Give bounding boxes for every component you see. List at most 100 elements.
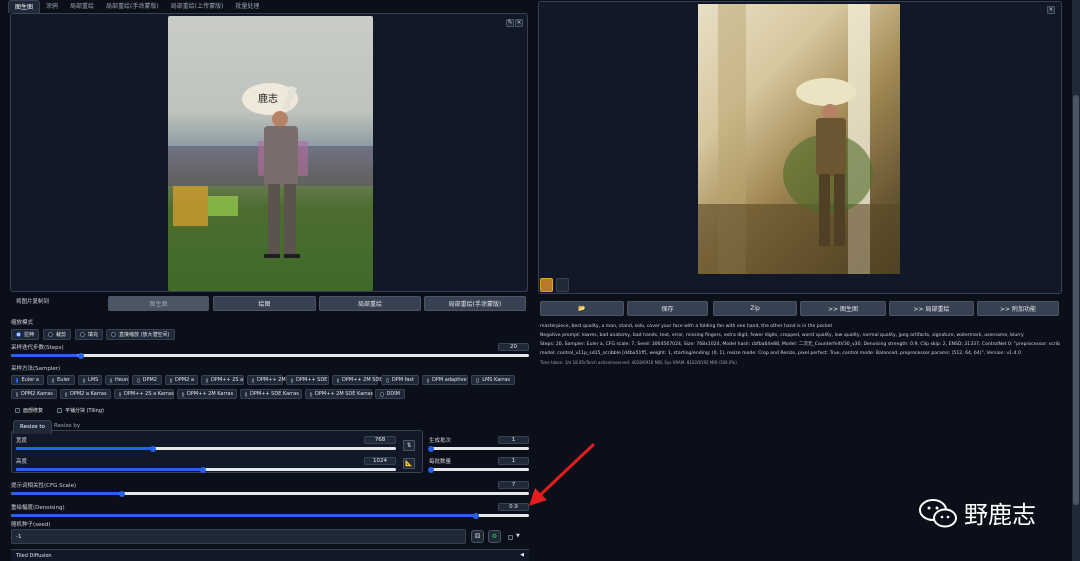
- sampler-option-label: DDIM: [386, 391, 401, 397]
- tiling-checkbox[interactable]: 平铺分块 (Tiling): [53, 405, 108, 415]
- tab-resize-by[interactable]: Resize by: [48, 420, 86, 433]
- tab-img2img[interactable]: 图生图: [8, 0, 41, 13]
- sampler-row-2: DPM2 Karras DPM2 a Karras DPM++ 2S a Karra…: [11, 389, 529, 400]
- sampler-option[interactable]: DPM adaptive: [422, 375, 468, 385]
- extra-seed-toggle-icon[interactable]: ▼: [516, 533, 520, 539]
- sampler-option[interactable]: DPM++ 2S a Karras: [114, 389, 174, 399]
- output-image-illustration: [698, 4, 900, 274]
- radio-icon: [252, 377, 254, 383]
- input-photo: 鹿志: [168, 16, 373, 291]
- radio-icon: [476, 377, 480, 383]
- sampler-option[interactable]: DPM++ 2M SDE: [332, 375, 382, 385]
- info-prompt: masterpiece, best quality, a man, stand,…: [540, 324, 833, 329]
- copy-to-inpaint-sketch-button[interactable]: 局部重绘(手涂蒙版): [424, 296, 526, 311]
- radio-icon: [170, 377, 172, 383]
- sampler-option[interactable]: Euler: [47, 375, 75, 385]
- tab-batch[interactable]: 批量处理: [229, 0, 265, 13]
- recycle-icon[interactable]: ♻: [488, 530, 501, 543]
- thumbnail-1[interactable]: [540, 278, 553, 292]
- steps-slider-knob[interactable]: [78, 352, 84, 359]
- seed-label: 随机种子(seed): [11, 522, 51, 528]
- seed-input[interactable]: -1: [11, 529, 466, 544]
- sampler-option[interactable]: DDIM: [375, 389, 405, 399]
- sampler-option[interactable]: LMS: [78, 375, 102, 385]
- steps-slider[interactable]: [11, 352, 529, 359]
- dice-icon[interactable]: ⚄: [471, 530, 484, 543]
- save-button[interactable]: 保存: [627, 301, 708, 316]
- radio-icon: [111, 332, 116, 337]
- close-output-icon[interactable]: ×: [1047, 6, 1055, 14]
- send-to-extras-button[interactable]: >> 附加功能: [977, 301, 1059, 316]
- width-slider[interactable]: [16, 445, 396, 452]
- resize-mode-crop[interactable]: 裁剪: [43, 329, 72, 340]
- radio-icon: [337, 377, 339, 383]
- tab-bar: 图生图 涂鸦 局部重绘 局部重绘(手涂蒙版) 局部重绘(上传蒙版) 批量处理: [8, 0, 265, 13]
- watermark-text: 野鹿志: [964, 501, 1036, 529]
- copy-to-inpaint-button[interactable]: 局部重绘: [319, 296, 421, 311]
- cfg-slider-knob[interactable]: [119, 490, 125, 497]
- collapse-icon[interactable]: ◀: [520, 552, 524, 558]
- info-negative: Negative prompt: lowres, bad anatomy, ba…: [540, 333, 1024, 338]
- ruler-icon[interactable]: 📐: [403, 458, 415, 469]
- tab-resize-to[interactable]: Resize to: [13, 420, 52, 434]
- checkbox-icon: [15, 407, 20, 413]
- batch-count-slider-knob[interactable]: [428, 445, 434, 452]
- height-input[interactable]: 1024: [364, 457, 396, 465]
- tab-inpaint-upload[interactable]: 局部重绘(上传蒙版): [165, 0, 230, 13]
- sampler-option[interactable]: LMS Karras: [471, 375, 515, 385]
- resize-mode-fill[interactable]: 填充: [75, 329, 104, 340]
- batch-size-slider[interactable]: [428, 466, 529, 473]
- sampler-option[interactable]: DPM2: [132, 375, 162, 385]
- denoise-slider-knob[interactable]: [473, 512, 479, 519]
- copy-to-sketch-button[interactable]: 绘图: [213, 296, 316, 311]
- tab-inpaint[interactable]: 局部重绘: [64, 0, 100, 13]
- zip-button[interactable]: Zip: [713, 301, 797, 316]
- sampler-option[interactable]: DPM++ 2M Karras: [177, 389, 237, 399]
- checkbox-icon: [57, 407, 62, 413]
- radio-icon: [137, 377, 140, 383]
- sampler-option[interactable]: DPM fast: [381, 375, 419, 385]
- width-input[interactable]: 768: [364, 436, 396, 444]
- resize-mode-stretch[interactable]: 拉伸: [11, 329, 40, 340]
- tab-sketch[interactable]: 涂鸦: [40, 0, 64, 13]
- width-slider-knob[interactable]: [150, 445, 156, 452]
- sampler-option[interactable]: DPM++ SDE Karras: [240, 389, 302, 399]
- sampler-option[interactable]: DPM2 Karras: [11, 389, 57, 399]
- send-to-img2img-button[interactable]: >> 图生图: [800, 301, 886, 316]
- thumbnail-2[interactable]: [556, 278, 569, 292]
- edit-icon[interactable]: ✎: [506, 19, 514, 27]
- cfg-slider[interactable]: [11, 490, 529, 497]
- sampler-option[interactable]: DPM++ SDE: [286, 375, 329, 385]
- steps-input[interactable]: 20: [498, 343, 529, 351]
- batch-size-slider-knob[interactable]: [428, 466, 434, 473]
- sampler-option[interactable]: Heun: [105, 375, 129, 385]
- tab-inpaint-sketch[interactable]: 局部重绘(手涂蒙版): [100, 0, 165, 13]
- radio-icon: [48, 332, 53, 337]
- sampler-option[interactable]: DPM2 a Karras: [60, 389, 111, 399]
- open-folder-button[interactable]: 📂: [540, 301, 624, 316]
- sampler-option[interactable]: DPM++ 2M SDE Karras: [305, 389, 373, 399]
- info-timing: Time taken: 1m 18.95sTorch active/reserv…: [540, 360, 737, 365]
- extra-seed-checkbox[interactable]: [508, 535, 513, 540]
- copy-to-img2img-button[interactable]: 图生图: [108, 296, 209, 311]
- sampler-option-label: DPM++ 2M SDE: [342, 377, 383, 383]
- sampler-option[interactable]: DPM++ 2S a: [201, 375, 244, 385]
- sampler-option[interactable]: DPM++ 2M: [247, 375, 286, 385]
- restore-faces-checkbox[interactable]: 面部修复: [11, 405, 47, 415]
- height-slider-knob[interactable]: [200, 466, 206, 473]
- batch-count-slider[interactable]: [428, 445, 529, 452]
- input-photo-illustration: 鹿志: [168, 83, 373, 258]
- send-to-inpaint-button[interactable]: >> 局部重绘: [889, 301, 974, 316]
- sampler-option[interactable]: DPM2 a: [165, 375, 198, 385]
- copy-to-label: 将图片复制到: [16, 299, 50, 305]
- sampler-option[interactable]: Euler a: [11, 375, 44, 385]
- resize-mode-latent[interactable]: 直接缩放 (放大潜空间): [106, 329, 175, 340]
- height-slider[interactable]: [16, 466, 396, 473]
- scrollbar-thumb[interactable]: [1073, 95, 1079, 505]
- radio-icon: [310, 391, 312, 397]
- denoise-slider[interactable]: [11, 512, 529, 519]
- close-icon[interactable]: ×: [515, 19, 523, 27]
- tiled-diffusion-panel[interactable]: Tiled Diffusion ◀: [11, 549, 529, 561]
- fan-calligraphy: 鹿志: [258, 92, 278, 105]
- swap-dimensions-icon[interactable]: ⇅: [403, 440, 415, 451]
